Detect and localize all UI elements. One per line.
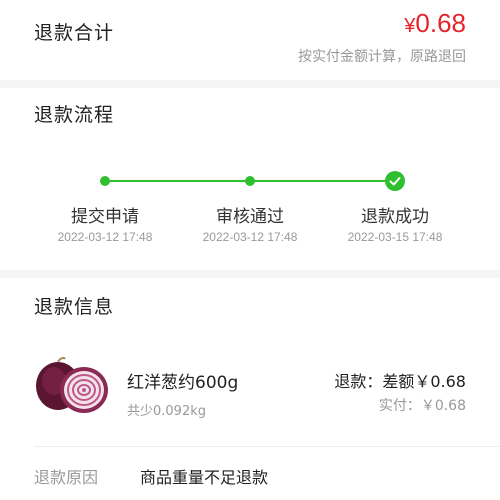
step-label-approved: 审核通过 [216, 207, 284, 227]
refund-progress-steps: 提交申请 审核通过 退款成功 2022-03-12 17:48 2022-03-… [0, 88, 500, 270]
divider [34, 446, 500, 447]
red-onion-image [34, 356, 112, 416]
step-dot-submitted [100, 176, 110, 186]
product-weight-shortage: 共少0.092kg [127, 404, 206, 419]
refund-flow-card: 退款流程 提交申请 审核通过 退款成功 2022-03-12 17:48 202… [0, 88, 500, 270]
refund-total-amount: ¥0.68 [404, 8, 466, 39]
currency-symbol: ¥ [404, 15, 416, 37]
refund-info-title: 退款信息 [34, 296, 115, 318]
step-time-submitted: 2022-03-12 17:48 [57, 230, 153, 244]
step-label-success: 退款成功 [361, 207, 429, 227]
step-label-submitted: 提交申请 [71, 207, 139, 227]
step-time-success: 2022-03-15 17:48 [347, 230, 443, 244]
refund-info-card: 退款信息 红洋葱约600g 共少0.092kg 退款：差额￥0.68 实付：￥0… [0, 278, 500, 500]
refund-reason-label: 退款原因 [34, 468, 99, 487]
progress-line-2 [250, 180, 390, 182]
step-dot-approved [245, 176, 255, 186]
paid-amount: 实付：￥0.68 [378, 398, 466, 414]
refund-method-note: 按实付金额计算，原路退回 [298, 49, 466, 65]
product-name: 红洋葱约600g [127, 373, 239, 393]
refund-total-card: 退款合计 ¥0.68 按实付金额计算，原路退回 [0, 0, 500, 80]
progress-line-1 [105, 180, 250, 182]
refund-reason-value: 商品重量不足退款 [140, 468, 269, 487]
refund-detail-page: 退款合计 ¥0.68 按实付金额计算，原路退回 退款流程 提交申请 审核通过 退… [0, 0, 500, 500]
refund-total-title: 退款合计 [34, 22, 115, 44]
check-circle-icon [385, 171, 405, 191]
refund-difference-amount: 退款：差额￥0.68 [334, 372, 466, 391]
step-time-approved: 2022-03-12 17:48 [202, 230, 298, 244]
refund-amount-value: 0.68 [415, 8, 466, 38]
